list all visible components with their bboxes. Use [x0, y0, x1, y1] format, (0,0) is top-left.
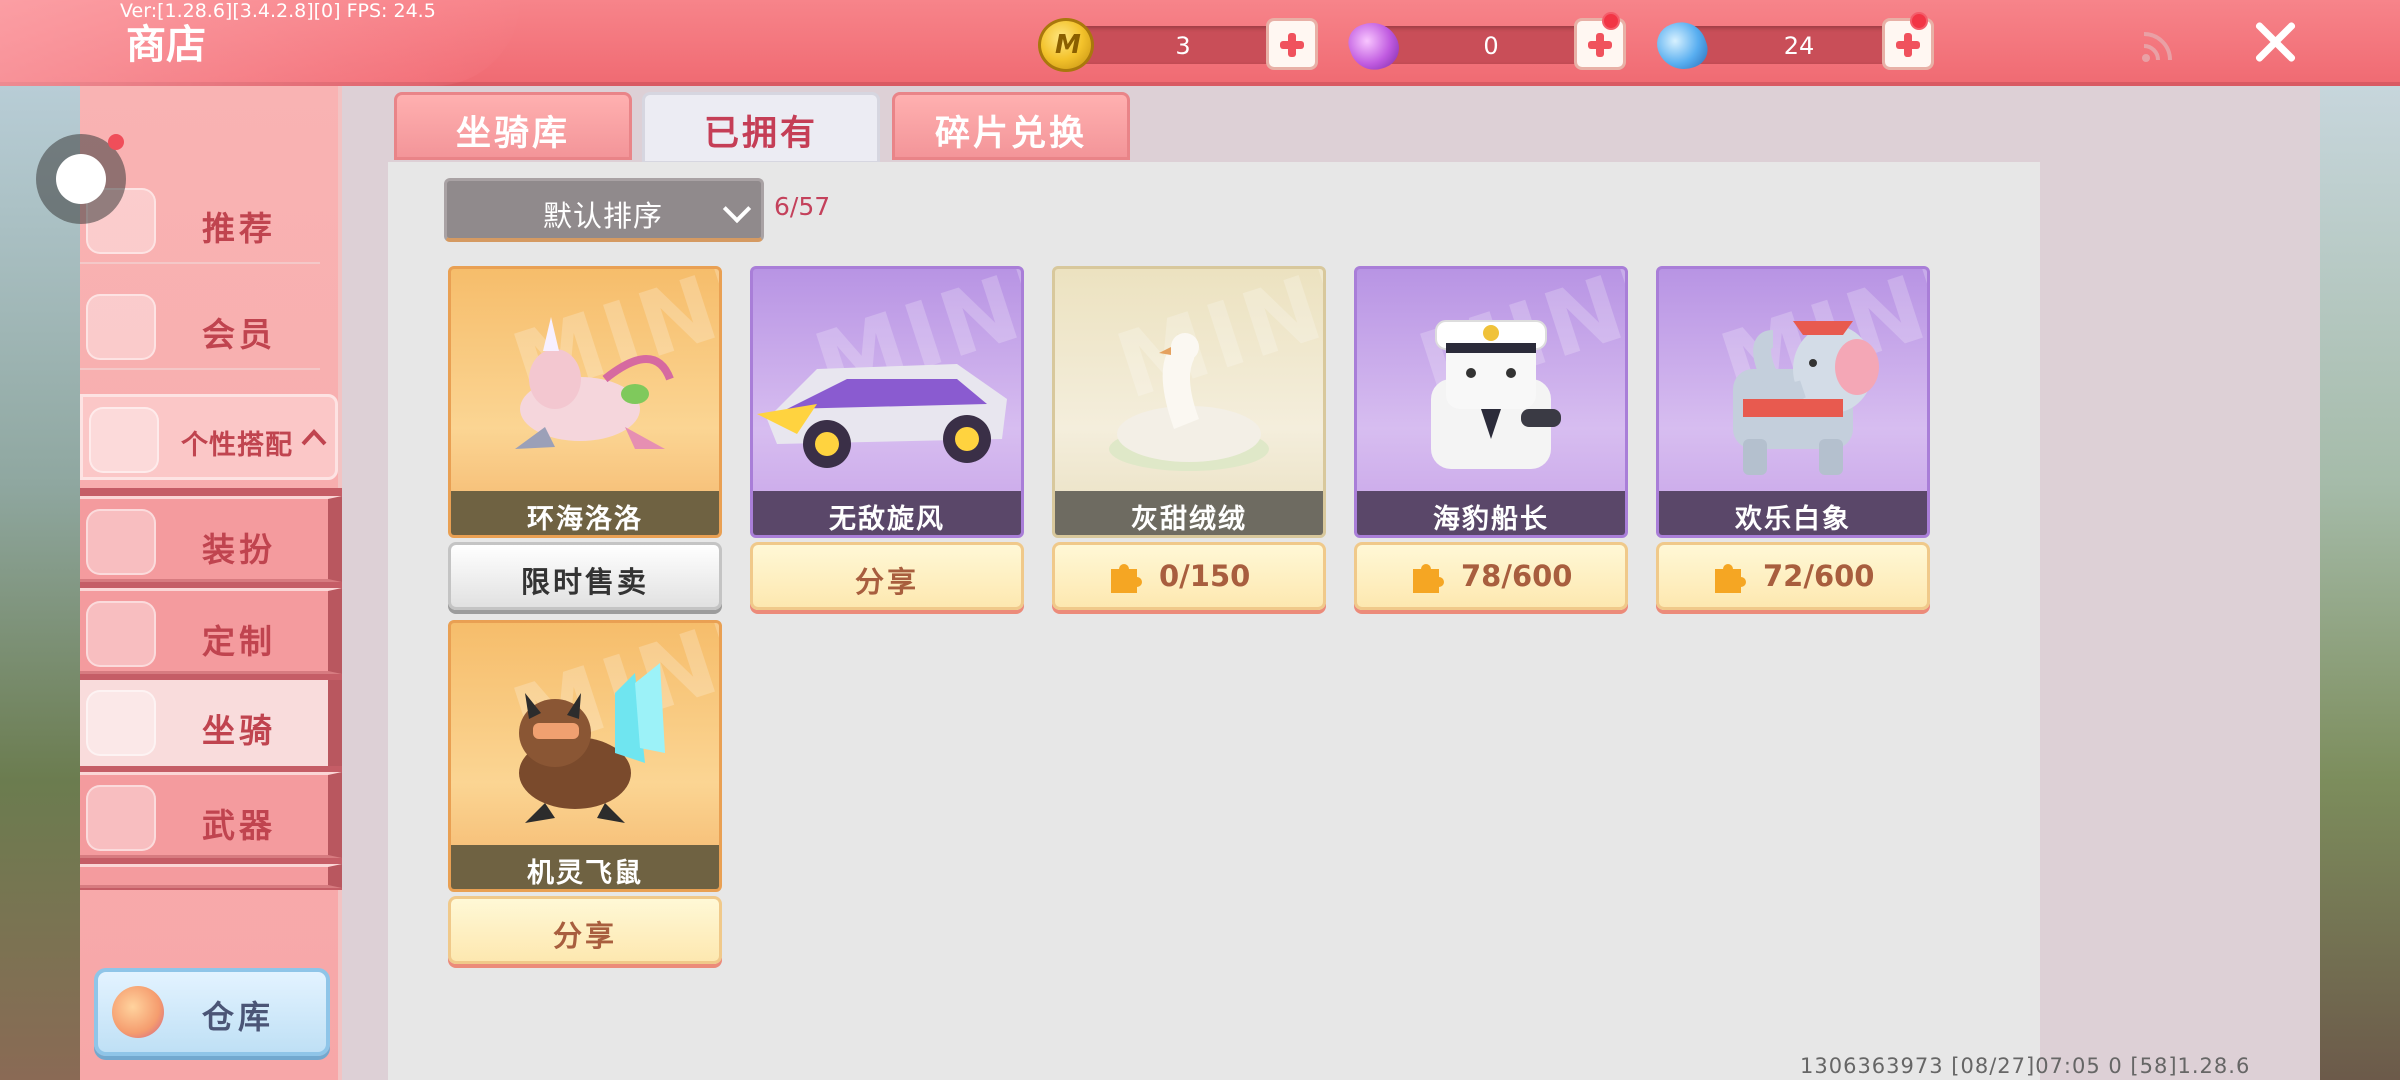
button-label: 分享	[854, 565, 919, 599]
sidebar-item-partial[interactable]	[80, 864, 342, 888]
gun-icon	[86, 785, 156, 851]
blue-gem-icon	[1651, 15, 1713, 77]
page-title: 商店	[126, 22, 206, 68]
currency-purple-gem: 0	[1343, 12, 1636, 77]
mount-card-wudixuanfeng[interactable]: MINI 无敌旋风	[750, 266, 1024, 538]
tab-fragment-exchange[interactable]: 碎片兑换	[892, 92, 1130, 160]
card-name: 无敌旋风	[829, 504, 945, 535]
currency-coin: 3 M	[1038, 18, 1328, 72]
sidebar-item-vip[interactable]: 会员	[80, 284, 320, 370]
mount-image-race-car	[757, 364, 1007, 468]
custom-icon	[86, 601, 156, 667]
sidebar-item-label: 武器	[202, 806, 276, 845]
purple-gem-icon	[1343, 15, 1405, 77]
puzzle-piece-icon	[1413, 564, 1445, 593]
footer-debug-text: 1306363973 [08/27]07:05 0 [58]1.28.6	[1800, 1054, 2251, 1078]
share-button[interactable]: 分享	[448, 896, 722, 964]
mount-image-flying-squirrel	[519, 663, 665, 823]
sidebar-item-label: 定制	[202, 622, 276, 661]
mount-card-huitianrongrong[interactable]: MINI 灰甜绒绒	[1052, 266, 1326, 538]
mount-icon	[86, 690, 156, 756]
puzzle-piece-icon	[1715, 564, 1747, 593]
tab-mount-library[interactable]: 坐骑库	[394, 92, 632, 160]
sidebar-item-label: 装扮	[202, 530, 276, 569]
mount-card-jilingfeishu[interactable]: MINI 机灵飞鼠	[448, 620, 722, 892]
sidebar-item-label: 坐骑	[202, 711, 276, 750]
notification-dot	[1910, 12, 1928, 30]
mount-image-swan-boat	[1109, 333, 1269, 471]
sidebar-item-personalize[interactable]: 个性搭配	[80, 394, 338, 480]
coin-amount: 3	[1175, 32, 1191, 60]
notification-dot	[108, 134, 124, 150]
mount-image-elephant	[1733, 321, 1879, 475]
sidebar-item-dressup[interactable]: 装扮	[80, 496, 342, 582]
warehouse-icon	[112, 986, 164, 1038]
close-icon[interactable]	[2252, 18, 2300, 66]
sidebar-item-label: 个性搭配	[181, 430, 293, 461]
personalize-icon	[89, 407, 159, 473]
card-name: 欢乐白象	[1735, 504, 1851, 535]
warehouse-label: 仓库	[202, 998, 275, 1036]
sidebar-item-label: 会员	[202, 315, 276, 354]
tab-label: 已拥有	[703, 114, 818, 154]
mount-card-huanlebaixiang[interactable]: MINI 欢乐白象	[1656, 266, 1930, 538]
fragment-count: 0/150	[1159, 559, 1251, 593]
card-name: 环海洛洛	[527, 504, 643, 535]
chevron-down-icon	[722, 194, 752, 224]
sort-label: 默认排序	[543, 199, 664, 233]
limited-sale-button[interactable]: 限时售卖	[448, 542, 722, 610]
fragment-progress-button[interactable]: 0/150	[1052, 542, 1326, 610]
add-coin-button[interactable]	[1266, 18, 1318, 70]
tab-label: 碎片兑换	[934, 114, 1087, 154]
card-name: 机灵飞鼠	[527, 858, 643, 889]
fragment-count: 78/600	[1461, 559, 1573, 593]
mount-card-haibaochuanzhang[interactable]: MINI 海豹船长	[1354, 266, 1628, 538]
background-scenery-left	[0, 86, 80, 1080]
currency-blue-gem: 24	[1651, 12, 1944, 77]
share-button[interactable]: 分享	[750, 542, 1024, 610]
mount-image-seal-captain	[1431, 320, 1561, 469]
warehouse-button[interactable]: 仓库	[94, 968, 330, 1056]
button-label: 限时售卖	[520, 565, 649, 599]
top-bar: Ver:[1.28.6][3.4.2.8][0] FPS: 24.5 商店 3 …	[0, 0, 2400, 86]
fragment-progress-button[interactable]: 72/600	[1656, 542, 1930, 610]
sidebar-item-custom[interactable]: 定制	[80, 588, 342, 674]
blue-gem-amount: 24	[1783, 32, 1815, 60]
sidebar-item-label: 推荐	[202, 209, 276, 248]
mount-card-huanhailuoluo[interactable]: MINI 环海洛洛	[448, 266, 722, 538]
mount-image-sea-serpent	[515, 317, 674, 449]
shirt-icon	[86, 509, 156, 575]
puzzle-piece-icon	[1111, 564, 1143, 593]
sort-dropdown[interactable]: 默认排序	[444, 178, 764, 242]
tab-label: 坐骑库	[455, 114, 570, 154]
owned-count: 6/57	[774, 192, 831, 221]
fragment-progress-button[interactable]: 78/600	[1354, 542, 1628, 610]
mini-coin-icon: M	[1038, 18, 1094, 72]
button-label: 分享	[552, 919, 617, 953]
sidebar-item-mount[interactable]: 坐骑	[80, 680, 342, 766]
fragment-count: 72/600	[1763, 559, 1875, 593]
chevron-up-icon	[301, 429, 327, 446]
background-scenery-right	[2320, 86, 2400, 1080]
card-name: 海豹船长	[1433, 504, 1549, 535]
notification-dot	[1602, 12, 1620, 30]
signal-icon[interactable]	[2140, 28, 2176, 64]
purple-gem-amount: 0	[1483, 32, 1499, 60]
sidebar-item-weapon[interactable]: 武器	[80, 772, 342, 858]
vip-icon	[86, 294, 156, 360]
tab-owned[interactable]: 已拥有	[642, 92, 880, 164]
card-name: 灰甜绒绒	[1131, 504, 1247, 535]
